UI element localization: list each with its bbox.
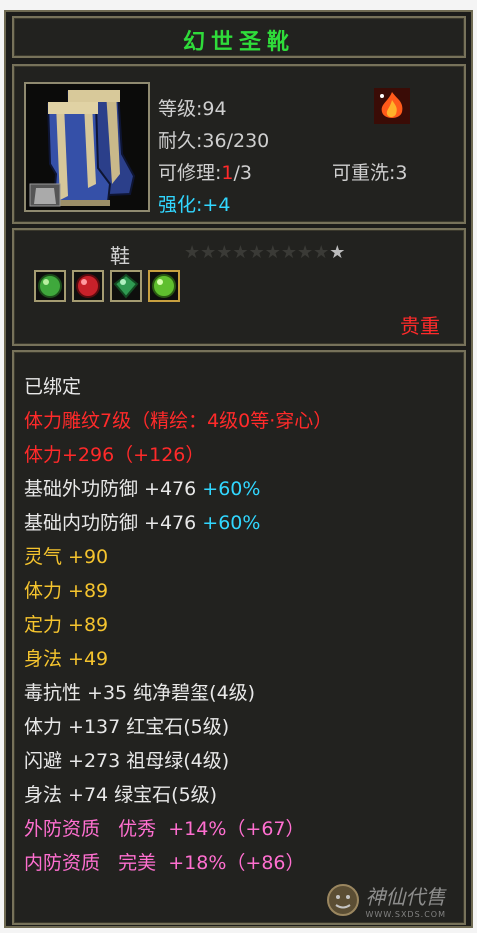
level-value: 94 (202, 98, 227, 120)
emerald-gem-icon (113, 273, 139, 299)
star-icon: ★ (200, 242, 217, 263)
repair-used: 1 (221, 162, 234, 184)
fire-icon (374, 88, 410, 124)
star-icon: ★ (216, 242, 233, 263)
stamina-main-attr: 体力+296（+126） (24, 444, 205, 466)
star-icon: ★ (313, 242, 330, 263)
green-gem-icon (152, 274, 176, 298)
item-type: 鞋 (110, 244, 130, 268)
star-icon: ★ (264, 242, 281, 263)
int-def-attr: 基础内功防御 +476 +60% (24, 508, 260, 535)
gem-attr-3: 闪避 +273 祖母绿(4级) (24, 750, 230, 772)
quality-int: 内防资质 完美 +18%（+86） (24, 848, 305, 875)
item-name: 幻世圣靴 (182, 30, 295, 55)
level-line: 等级:94 (158, 94, 227, 121)
durability-line: 耐久:36/230 (158, 126, 269, 153)
rewash-line: 可重洗:3 (332, 158, 408, 185)
gem-slot-3[interactable] (110, 270, 142, 302)
star-icon: ★ (184, 242, 201, 263)
quality-int-label: 内防资质 (24, 852, 101, 874)
star-icon: ★ (232, 242, 249, 263)
gem-slot-1[interactable] (34, 270, 66, 302)
quality-int-value: +18%（+86） (168, 852, 305, 874)
ext-def-bonus: +60% (202, 478, 261, 500)
stat-spirit: 灵气 +90 (24, 546, 109, 568)
gem-slot-2[interactable] (72, 270, 104, 302)
stat-focus: 定力 +89 (24, 614, 109, 636)
gem-slot-4[interactable] (148, 270, 180, 302)
durability-label: 耐久: (158, 130, 203, 152)
gem-attr-2: 体力 +137 红宝石(5级) (24, 716, 230, 738)
attributes-panel: 已绑定 体力雕纹7级（精绘：4级0等·穿心） 体力+296（+126） 基础外功… (12, 350, 466, 925)
ext-def-attr: 基础外功防御 +476 +60% (24, 474, 260, 501)
rarity-label: 贵重 (400, 314, 440, 338)
rewash-value: 3 (395, 162, 408, 184)
int-def-bonus: +60% (202, 512, 261, 534)
title-bar: 幻世圣靴 (12, 16, 466, 58)
stat-agility: 身法 +49 (24, 648, 109, 670)
item-info-panel: 等级:94 耐久:36/230 可修理:1/3 可重洗:3 强化:+4 (12, 64, 466, 224)
star-rating: ★★★★★★★★★★ (184, 242, 345, 263)
red-gem-icon (76, 274, 100, 298)
star-icon: ★ (296, 242, 314, 263)
green-gem-icon (38, 274, 62, 298)
star-icon: ★ (280, 242, 297, 263)
watermark-text: 神仙代售 (365, 885, 446, 909)
gem-attr-4: 身法 +74 绿宝石(5级) (24, 784, 218, 806)
bound-status: 已绑定 (24, 376, 82, 398)
quality-ext: 外防资质 优秀 +14%（+67） (24, 814, 305, 841)
item-tooltip: 幻世圣靴 等级:94 耐久:36/230 可修理:1/3 可重洗:3 强化:+4… (4, 10, 473, 928)
boots-icon (26, 84, 148, 210)
item-icon-frame[interactable] (24, 82, 150, 212)
enhance-label: 强化: (158, 194, 203, 216)
gem-attr-1: 毒抗性 +35 纯净碧玺(4级) (24, 682, 256, 704)
repair-total: /3 (233, 162, 253, 184)
int-def-label: 基础内功防御 +476 (24, 512, 197, 534)
quality-ext-value: +14%（+67） (168, 818, 305, 840)
rewash-label: 可重洗: (332, 162, 396, 184)
star-icon: ★ (329, 242, 346, 263)
watermark-logo-icon (326, 884, 359, 916)
level-label: 等级: (158, 98, 203, 120)
quality-ext-grade: 优秀 (118, 818, 157, 840)
engrave-attr: 体力雕纹7级（精绘：4级0等·穿心） (24, 410, 333, 432)
durability-value: 36/230 (202, 130, 270, 152)
quality-int-grade: 完美 (118, 852, 157, 874)
star-icon: ★ (248, 242, 265, 263)
enhance-line: 强化:+4 (158, 190, 230, 217)
watermark-url: WWW.SXDS.COM (365, 910, 446, 919)
enhance-value: +4 (202, 194, 231, 216)
stat-stamina: 体力 +89 (24, 580, 109, 602)
type-gems-panel: 鞋 ★★★★★★★★★★ 贵重 (12, 228, 466, 346)
ext-def-label: 基础外功防御 +476 (24, 478, 197, 500)
watermark: 神仙代售 WWW.SXDS.COM (326, 881, 446, 919)
quality-ext-label: 外防资质 (24, 818, 101, 840)
repair-label: 可修理: (158, 162, 222, 184)
repair-line: 可修理:1/3 (158, 158, 252, 185)
